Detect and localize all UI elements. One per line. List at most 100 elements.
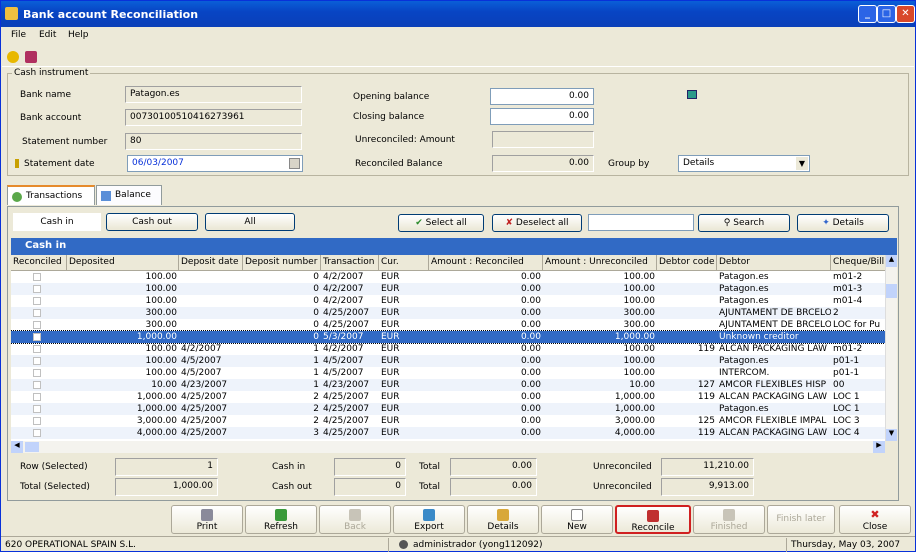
reconciled-checkbox[interactable] — [33, 285, 41, 293]
deselect-all-button[interactable]: ✘ Deselect all — [492, 214, 582, 232]
calculator-icon[interactable] — [687, 90, 697, 99]
reconciled-checkbox[interactable] — [33, 309, 41, 317]
column-header[interactable]: Deposit number — [243, 255, 321, 271]
column-header[interactable]: Deposited — [67, 255, 179, 271]
grid-title: Cash in — [25, 240, 67, 251]
new-button[interactable]: New — [541, 505, 613, 534]
book-icon[interactable] — [25, 51, 37, 63]
column-header[interactable]: Debtor — [717, 255, 831, 271]
close-button[interactable]: ✖ Close — [839, 505, 911, 534]
column-header[interactable]: Amount : Unreconciled — [543, 255, 657, 271]
cash-in-value: 0 — [334, 458, 406, 476]
menu-edit[interactable]: Edit — [39, 30, 56, 40]
binoculars-icon: ⚲ — [723, 218, 731, 228]
table-row[interactable]: 1,000.00 4/25/2007 2 4/25/2007 EUR 0.00 1,000.… — [11, 403, 885, 415]
print-button[interactable]: Print — [171, 505, 243, 534]
search-button[interactable]: ⚲ Search — [698, 214, 790, 232]
table-row[interactable]: 100.00 4/5/2007 1 4/5/2007 EUR 0.00 100.00 INTE… — [11, 367, 885, 379]
tab-balance[interactable]: Balance — [96, 185, 162, 205]
finished-button[interactable]: Finished — [693, 505, 765, 534]
table-cell-debtor: AMCOR FLEXIBLES HISP — [719, 380, 827, 390]
reconciled-checkbox[interactable] — [33, 273, 41, 281]
back-button[interactable]: Back — [319, 505, 391, 534]
table-row[interactable]: 10.00 4/23/2007 1 4/23/2007 EUR 0.00 10.00 127 A… — [11, 379, 885, 391]
cash-out-filter-button[interactable]: Cash out — [106, 213, 198, 231]
reconcile-button[interactable]: Reconcile — [615, 505, 691, 534]
vertical-scrollbar[interactable]: ▲ ▼ — [885, 255, 897, 441]
maximize-button[interactable]: □ — [877, 5, 896, 23]
reconciled-checkbox[interactable] — [33, 369, 41, 377]
table-row[interactable]: 100.00 0 4/2/2007 EUR 0.00 100.00 Patagon.es m0… — [11, 271, 885, 283]
close-window-button[interactable]: ✕ — [896, 5, 915, 23]
title-bar[interactable]: Bank account Reconciliation _ □ ✕ — [1, 1, 915, 27]
printer-icon — [201, 509, 213, 521]
table-cell-code: 127 — [697, 380, 715, 390]
hscroll-thumb[interactable] — [25, 442, 39, 452]
table-cell-cur: EUR — [381, 404, 400, 414]
details-button[interactable]: Details — [467, 505, 539, 534]
reconciled-checkbox[interactable] — [33, 429, 41, 437]
reconciled-checkbox[interactable] — [33, 345, 41, 353]
unreconciled-amount-label: Unreconciled: Amount — [355, 135, 455, 145]
table-row[interactable]: 300.00 0 4/25/2007 EUR 0.00 300.00 AJUNTAMENT … — [11, 307, 885, 319]
select-all-button[interactable]: ✔ Select all — [398, 214, 484, 232]
table-cell-number: 0 — [313, 332, 319, 342]
table-cell-unreconciled: 100.00 — [623, 284, 656, 294]
reconciled-checkbox[interactable] — [33, 321, 41, 329]
table-row[interactable]: 100.00 4/2/2007 1 4/2/2007 EUR 0.00 100.00 119 A… — [11, 343, 885, 355]
column-header[interactable]: Amount : Reconciled — [429, 255, 543, 271]
closing-balance-input[interactable]: 0.00 — [490, 108, 594, 125]
calendar-icon[interactable] — [289, 158, 300, 169]
cash-in-filter-button[interactable]: Cash in — [13, 213, 101, 231]
table-cell-number: 3 — [313, 428, 319, 438]
euro-icon[interactable] — [7, 51, 19, 63]
column-header[interactable]: Deposit date — [179, 255, 243, 271]
tab-transactions[interactable]: Transactions — [7, 185, 95, 205]
table-row[interactable]: 4,000.00 4/25/2007 3 4/25/2007 EUR 0.00 4,000.… — [11, 427, 885, 439]
all-filter-button[interactable]: All — [205, 213, 295, 231]
table-row[interactable]: 100.00 0 4/2/2007 EUR 0.00 100.00 Patagon.es m0… — [11, 283, 885, 295]
scroll-down-icon[interactable]: ▼ — [886, 429, 897, 441]
reconciled-checkbox[interactable] — [33, 381, 41, 389]
table-row[interactable]: 300.00 0 4/25/2007 EUR 0.00 300.00 AJUNTAMENT … — [11, 319, 885, 331]
column-header[interactable]: Reconciled — [11, 255, 67, 271]
menu-help[interactable]: Help — [68, 30, 89, 40]
column-header[interactable]: Debtor code — [657, 255, 717, 271]
reconciled-checkbox[interactable] — [33, 393, 41, 401]
reconciled-checkbox[interactable] — [33, 417, 41, 425]
unreconciled-amount-field — [492, 131, 594, 148]
table-cell-number: 1 — [313, 368, 319, 378]
scroll-left-icon[interactable]: ◀ — [11, 441, 23, 453]
table-cell-code — [657, 367, 717, 379]
finish-later-button[interactable]: Finish later — [767, 505, 835, 534]
export-button[interactable]: Export — [393, 505, 465, 534]
search-input[interactable] — [588, 214, 694, 231]
chevron-down-icon[interactable]: ▼ — [796, 157, 808, 170]
reconciled-checkbox[interactable] — [33, 333, 41, 341]
reconciled-checkbox[interactable] — [33, 405, 41, 413]
transactions-grid[interactable]: Reconciled Deposited Deposit date Deposit n… — [11, 255, 885, 441]
table-cell-cheque: p01-1 — [833, 356, 860, 366]
table-cell-debtor: Patagon.es — [719, 284, 769, 294]
scroll-thumb[interactable] — [886, 284, 897, 298]
horizontal-scrollbar[interactable]: ◀ ▶ — [11, 441, 885, 453]
column-header[interactable]: Cur. — [379, 255, 429, 271]
table-row[interactable]: 100.00 4/5/2007 1 4/5/2007 EUR 0.00 100.00 Pata… — [11, 355, 885, 367]
table-row[interactable]: 100.00 0 4/2/2007 EUR 0.00 100.00 Patagon.es m0… — [11, 295, 885, 307]
scroll-right-icon[interactable]: ▶ — [873, 441, 885, 453]
statement-date-input[interactable]: 06/03/2007 — [127, 155, 303, 172]
scroll-up-icon[interactable]: ▲ — [886, 255, 897, 267]
refresh-button[interactable]: Refresh — [245, 505, 317, 534]
table-row[interactable]: 1,000.00 4/25/2007 2 4/25/2007 EUR 0.00 1,000.… — [11, 391, 885, 403]
details-filter-button[interactable]: ✦ Details — [797, 214, 889, 232]
minimize-button[interactable]: _ — [858, 5, 877, 23]
group-by-select[interactable]: Details — [678, 155, 810, 172]
table-row[interactable]: 1,000.00 0 5/3/2007 EUR 0.00 1,000.00 Unknown … — [11, 330, 885, 344]
reconciled-checkbox[interactable] — [33, 297, 41, 305]
column-header[interactable]: Transaction — [321, 255, 379, 271]
menu-file[interactable]: File — [11, 30, 26, 40]
opening-balance-input[interactable]: 0.00 — [490, 88, 594, 105]
table-row[interactable]: 3,000.00 4/25/2007 2 4/25/2007 EUR 0.00 3,000.… — [11, 415, 885, 427]
column-header[interactable]: Cheque/Bill of — [831, 255, 885, 271]
reconciled-checkbox[interactable] — [33, 357, 41, 365]
